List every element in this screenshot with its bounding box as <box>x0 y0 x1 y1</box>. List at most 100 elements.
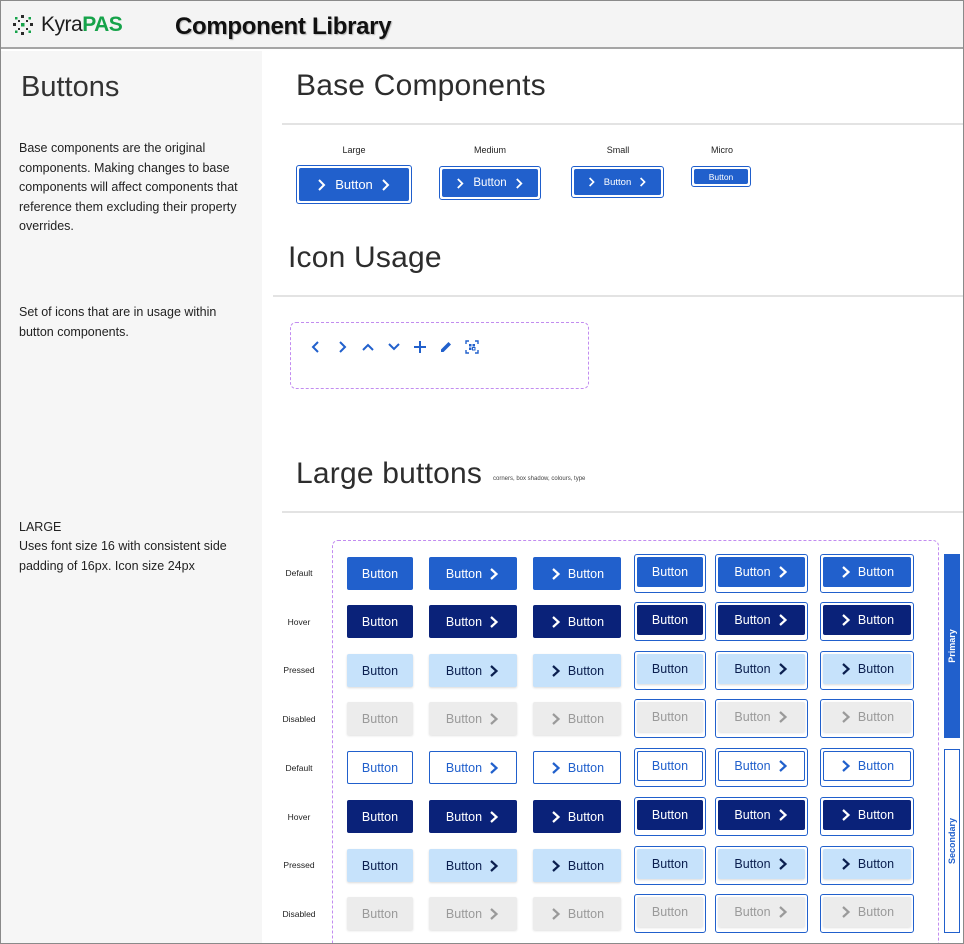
primary-pressed-button[interactable]: Button <box>823 654 911 684</box>
button-label: Button <box>857 613 895 627</box>
primary-hover-button[interactable]: Button <box>347 605 413 638</box>
chevron-right-icon <box>778 614 787 626</box>
button-label: Button <box>361 906 399 921</box>
button-label: Button <box>361 858 399 873</box>
button-label: Button <box>651 857 689 871</box>
button-label: Button <box>734 905 771 919</box>
chevron-right-icon <box>842 858 851 870</box>
primary-hover-button[interactable]: Button <box>718 605 805 635</box>
primary-disabled-button[interactable]: Button <box>718 702 805 732</box>
secondary-default-button[interactable]: Button <box>533 751 621 784</box>
button-label: Button <box>445 760 483 775</box>
primary-default-button[interactable]: Button <box>533 557 621 590</box>
button-label: Button <box>857 808 895 822</box>
secondary-disabled-button[interactable]: Button <box>347 897 413 930</box>
primary-pressed-button[interactable]: Button <box>429 654 517 687</box>
state-label-disabled: Disabled <box>282 909 316 919</box>
plus-icon <box>411 337 429 357</box>
button-label: Button <box>445 906 483 921</box>
secondary-pressed-button[interactable]: Button <box>533 849 621 882</box>
chevron-right-icon <box>318 178 326 191</box>
kyra-pas-logo[interactable]: KyraPAS <box>11 13 123 37</box>
chevron-right-icon <box>778 566 787 578</box>
state-label-hover: Hover <box>287 812 311 822</box>
secondary-pressed-button[interactable]: Button <box>718 849 805 879</box>
secondary-disabled-button[interactable]: Button <box>823 897 911 927</box>
base-button-small[interactable]: Button <box>571 166 664 198</box>
button-label: Button <box>734 710 771 724</box>
primary-disabled-button[interactable]: Button <box>347 702 413 735</box>
group-label-primary: Primary <box>947 629 957 663</box>
chevron-right-icon <box>778 809 787 821</box>
button-label: Button <box>567 614 605 629</box>
chevron-right-icon <box>490 810 499 823</box>
secondary-pressed-button[interactable]: Button <box>823 849 911 879</box>
button-label: Button <box>857 662 895 676</box>
button-label: Button <box>857 565 895 579</box>
primary-default-button[interactable]: Button <box>347 557 413 590</box>
primary-pressed-button[interactable]: Button <box>347 654 413 687</box>
secondary-default-button[interactable]: Button <box>637 751 703 781</box>
primary-default-button[interactable]: Button <box>429 557 517 590</box>
primary-disabled-button[interactable]: Button <box>429 702 517 735</box>
primary-pressed-button[interactable]: Button <box>637 654 703 684</box>
secondary-default-button[interactable]: Button <box>823 751 911 781</box>
secondary-pressed-button[interactable]: Button <box>429 849 517 882</box>
button-label: Button <box>567 760 605 775</box>
secondary-default-button[interactable]: Button <box>718 751 805 781</box>
button-label: Button <box>567 711 605 726</box>
divider <box>282 123 963 125</box>
base-button-medium[interactable]: Button <box>439 166 541 200</box>
secondary-hover-button[interactable]: Button <box>718 800 805 830</box>
button-label: Button <box>651 759 689 773</box>
chevron-right-icon <box>552 859 561 872</box>
secondary-pressed-button[interactable]: Button <box>637 849 703 879</box>
button-label: Button <box>603 176 632 188</box>
base-button-micro[interactable]: Button <box>691 166 751 187</box>
button-label: Button <box>567 858 605 873</box>
secondary-disabled-button[interactable]: Button <box>533 897 621 930</box>
button-label: Button <box>567 663 605 678</box>
secondary-hover-button[interactable]: Button <box>429 800 517 833</box>
primary-pressed-button[interactable]: Button <box>718 654 805 684</box>
secondary-hover-button[interactable]: Button <box>637 800 703 830</box>
secondary-disabled-button[interactable]: Button <box>718 897 805 927</box>
large-heading: LARGE <box>19 520 62 534</box>
button-label: Button <box>335 177 373 192</box>
secondary-disabled-button[interactable]: Button <box>637 897 703 927</box>
primary-default-button[interactable]: Button <box>718 557 805 587</box>
primary-disabled-button[interactable]: Button <box>533 702 621 735</box>
primary-pressed-button[interactable]: Button <box>533 654 621 687</box>
state-label-hover: Hover <box>287 617 311 627</box>
secondary-hover-button[interactable]: Button <box>823 800 911 830</box>
chevron-right-icon <box>640 177 646 187</box>
primary-hover-button[interactable]: Button <box>637 605 703 635</box>
secondary-pressed-button[interactable]: Button <box>347 849 413 882</box>
button-label: Button <box>473 177 507 189</box>
chevron-right-icon <box>842 906 851 918</box>
chevron-right-icon <box>490 859 499 872</box>
primary-default-button[interactable]: Button <box>637 557 703 587</box>
secondary-disabled-button[interactable]: Button <box>429 897 517 930</box>
secondary-hover-button[interactable]: Button <box>533 800 621 833</box>
button-label: Button <box>857 905 895 919</box>
primary-hover-button[interactable]: Button <box>429 605 517 638</box>
base-button-large[interactable]: Button <box>296 165 412 204</box>
button-label: Button <box>651 710 689 724</box>
chevron-left-icon <box>307 337 325 357</box>
group-tag-primary: Primary <box>944 554 960 738</box>
chevron-right-icon <box>382 178 390 191</box>
state-label-default: Default <box>285 568 313 578</box>
chevron-right-icon <box>490 664 499 677</box>
primary-hover-button[interactable]: Button <box>823 605 911 635</box>
chevron-right-icon <box>457 177 464 189</box>
primary-disabled-button[interactable]: Button <box>823 702 911 732</box>
size-label-small: Small <box>606 145 630 155</box>
secondary-default-button[interactable]: Button <box>429 751 517 784</box>
state-label-disabled: Disabled <box>282 714 316 724</box>
secondary-default-button[interactable]: Button <box>347 751 413 784</box>
primary-hover-button[interactable]: Button <box>533 605 621 638</box>
primary-default-button[interactable]: Button <box>823 557 911 587</box>
primary-disabled-button[interactable]: Button <box>637 702 703 732</box>
secondary-hover-button[interactable]: Button <box>347 800 413 833</box>
